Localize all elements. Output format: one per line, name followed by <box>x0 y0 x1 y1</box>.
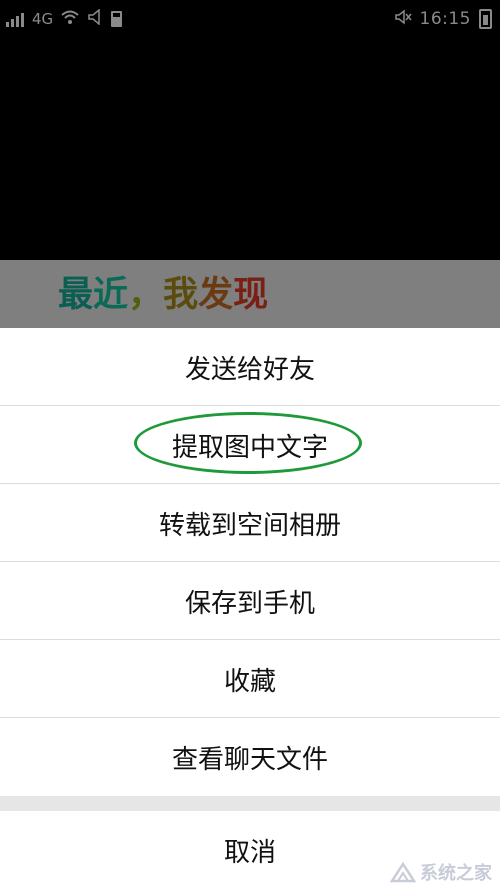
preview-char: ， <box>128 275 164 315</box>
watermark-text: 系统之家 <box>420 863 492 884</box>
network-type-label: 4G <box>32 10 54 28</box>
extract-text-item[interactable]: 提取图中文字 <box>0 406 500 484</box>
preview-char: 我 <box>163 275 199 315</box>
status-bar-right: 16:15 <box>394 9 492 29</box>
watermark-logo-icon <box>390 861 416 883</box>
cancel-separator <box>0 796 500 811</box>
favorite-item[interactable]: 收藏 <box>0 640 500 718</box>
preview-text: 最近，我发现 <box>58 266 268 317</box>
status-bar: 4G 16:15 <box>0 0 500 40</box>
signal-icon <box>6 11 24 27</box>
volume-icon <box>87 8 103 29</box>
share-to-album-item[interactable]: 转载到空间相册 <box>0 484 500 562</box>
preview-char: 现 <box>233 275 269 315</box>
preview-char: 近 <box>93 275 129 315</box>
battery-icon <box>479 9 492 29</box>
sd-card-icon <box>111 11 123 27</box>
watermark: 系统之家 <box>390 859 492 885</box>
clock: 16:15 <box>419 9 471 29</box>
image-preview-backdrop: 最近，我发现 <box>0 260 500 328</box>
wifi-icon <box>61 9 79 29</box>
phone-screen: 4G 16:15 最近，我发现 发送给好友 提取图中文字 转载到空间相册 保存到… <box>0 0 500 889</box>
action-sheet: 发送给好友 提取图中文字 转载到空间相册 保存到手机 收藏 查看聊天文件 取消 <box>0 328 500 889</box>
preview-char: 最 <box>58 275 94 315</box>
send-to-friend-item[interactable]: 发送给好友 <box>0 328 500 406</box>
status-bar-left: 4G <box>6 8 123 29</box>
save-to-phone-item[interactable]: 保存到手机 <box>0 562 500 640</box>
view-chat-files-item[interactable]: 查看聊天文件 <box>0 718 500 796</box>
preview-char: 发 <box>198 275 234 315</box>
mute-icon <box>394 9 412 29</box>
